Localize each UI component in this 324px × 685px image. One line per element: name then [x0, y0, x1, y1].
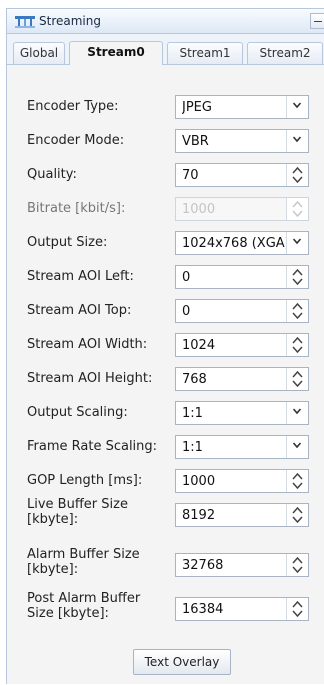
field-value: 1024x768 (XGA): [182, 236, 286, 251]
streaming-panel: Streaming Global Stream0 Stream1 Stream2…: [6, 8, 324, 684]
chevron-down-icon[interactable]: [286, 130, 308, 152]
field-label: Output Scaling:: [27, 405, 128, 420]
field-label: Post Alarm Buffer Size [kbyte]:: [27, 591, 141, 621]
field-value: JPEG: [182, 100, 212, 115]
tab-stream2[interactable]: Stream2: [247, 42, 323, 64]
spinner-arrows-icon[interactable]: [286, 164, 308, 186]
number-field[interactable]: 16384: [175, 597, 309, 621]
number-field[interactable]: 0: [175, 265, 309, 289]
chevron-down-icon[interactable]: [286, 402, 308, 424]
field-label: GOP Length [ms]:: [27, 473, 143, 488]
field-value: 16384: [182, 602, 224, 617]
spinner-arrows-icon[interactable]: [286, 266, 308, 288]
spinner-arrows-icon[interactable]: [286, 504, 308, 526]
field-label: Encoder Type:: [27, 99, 119, 114]
streaming-icon: [15, 16, 35, 28]
field-value: 768: [182, 372, 207, 387]
select-field[interactable]: JPEG: [175, 95, 309, 119]
panel-title: Streaming: [39, 14, 101, 28]
field-label: Stream AOI Height:: [27, 371, 153, 386]
field-value: 70: [182, 168, 199, 183]
number-field[interactable]: 1000: [175, 469, 309, 493]
field-label: Output Size:: [27, 235, 108, 250]
field-label: Bitrate [kbit/s]:: [27, 201, 126, 216]
select-field[interactable]: 1024x768 (XGA): [175, 231, 309, 255]
field-label: Frame Rate Scaling:: [27, 439, 158, 454]
field-label: Stream AOI Width:: [27, 337, 148, 352]
chevron-down-icon[interactable]: [286, 96, 308, 118]
number-field[interactable]: 70: [175, 163, 309, 187]
tab-stream0[interactable]: Stream0: [69, 41, 163, 65]
tab-strip: Global Stream0 Stream1 Stream2: [7, 34, 324, 65]
field-value: 1024: [182, 338, 216, 353]
number-field[interactable]: 32768: [175, 553, 309, 577]
chevron-down-icon[interactable]: [286, 436, 308, 458]
tab-stream1[interactable]: Stream1: [167, 42, 243, 64]
collapse-button[interactable]: [310, 13, 324, 29]
select-field[interactable]: 1:1: [175, 401, 309, 425]
number-field[interactable]: 768: [175, 367, 309, 391]
spinner-arrows-icon[interactable]: [286, 598, 308, 620]
stream-settings-form: Encoder Type: JPEG Encoder Mode: VBR Quality…: [7, 65, 324, 685]
field-value: 1:1: [182, 440, 203, 455]
chevron-down-icon[interactable]: [286, 232, 308, 254]
number-field: 1000: [175, 197, 309, 221]
field-label: Stream AOI Top:: [27, 303, 132, 318]
text-overlay-button[interactable]: Text Overlay: [133, 649, 231, 675]
field-value: 1000: [182, 202, 216, 217]
field-value: 0: [182, 270, 191, 285]
number-field[interactable]: 8192: [175, 503, 309, 527]
select-field[interactable]: VBR: [175, 129, 309, 153]
field-value: 0: [182, 304, 191, 319]
spinner-arrows-icon[interactable]: [286, 368, 308, 390]
field-value: VBR: [182, 134, 209, 149]
field-label: Encoder Mode:: [27, 133, 125, 148]
number-field[interactable]: 1024: [175, 333, 309, 357]
panel-titlebar: Streaming: [7, 9, 324, 34]
field-label: Stream AOI Left:: [27, 269, 134, 284]
field-value: 8192: [182, 508, 216, 523]
select-field[interactable]: 1:1: [175, 435, 309, 459]
number-field[interactable]: 0: [175, 299, 309, 323]
spinner-arrows-icon[interactable]: [286, 300, 308, 322]
spinner-arrows-icon[interactable]: [286, 470, 308, 492]
tab-global[interactable]: Global: [13, 42, 65, 64]
field-value: 32768: [182, 558, 224, 573]
field-label: Live Buffer Size [kbyte]:: [27, 497, 128, 527]
field-label: Alarm Buffer Size [kbyte]:: [27, 547, 140, 577]
spinner-arrows-icon[interactable]: [286, 554, 308, 576]
field-label: Quality:: [27, 167, 77, 182]
spinner-arrows-icon: [286, 198, 308, 220]
field-value: 1:1: [182, 406, 203, 421]
field-value: 1000: [182, 474, 216, 489]
spinner-arrows-icon[interactable]: [286, 334, 308, 356]
